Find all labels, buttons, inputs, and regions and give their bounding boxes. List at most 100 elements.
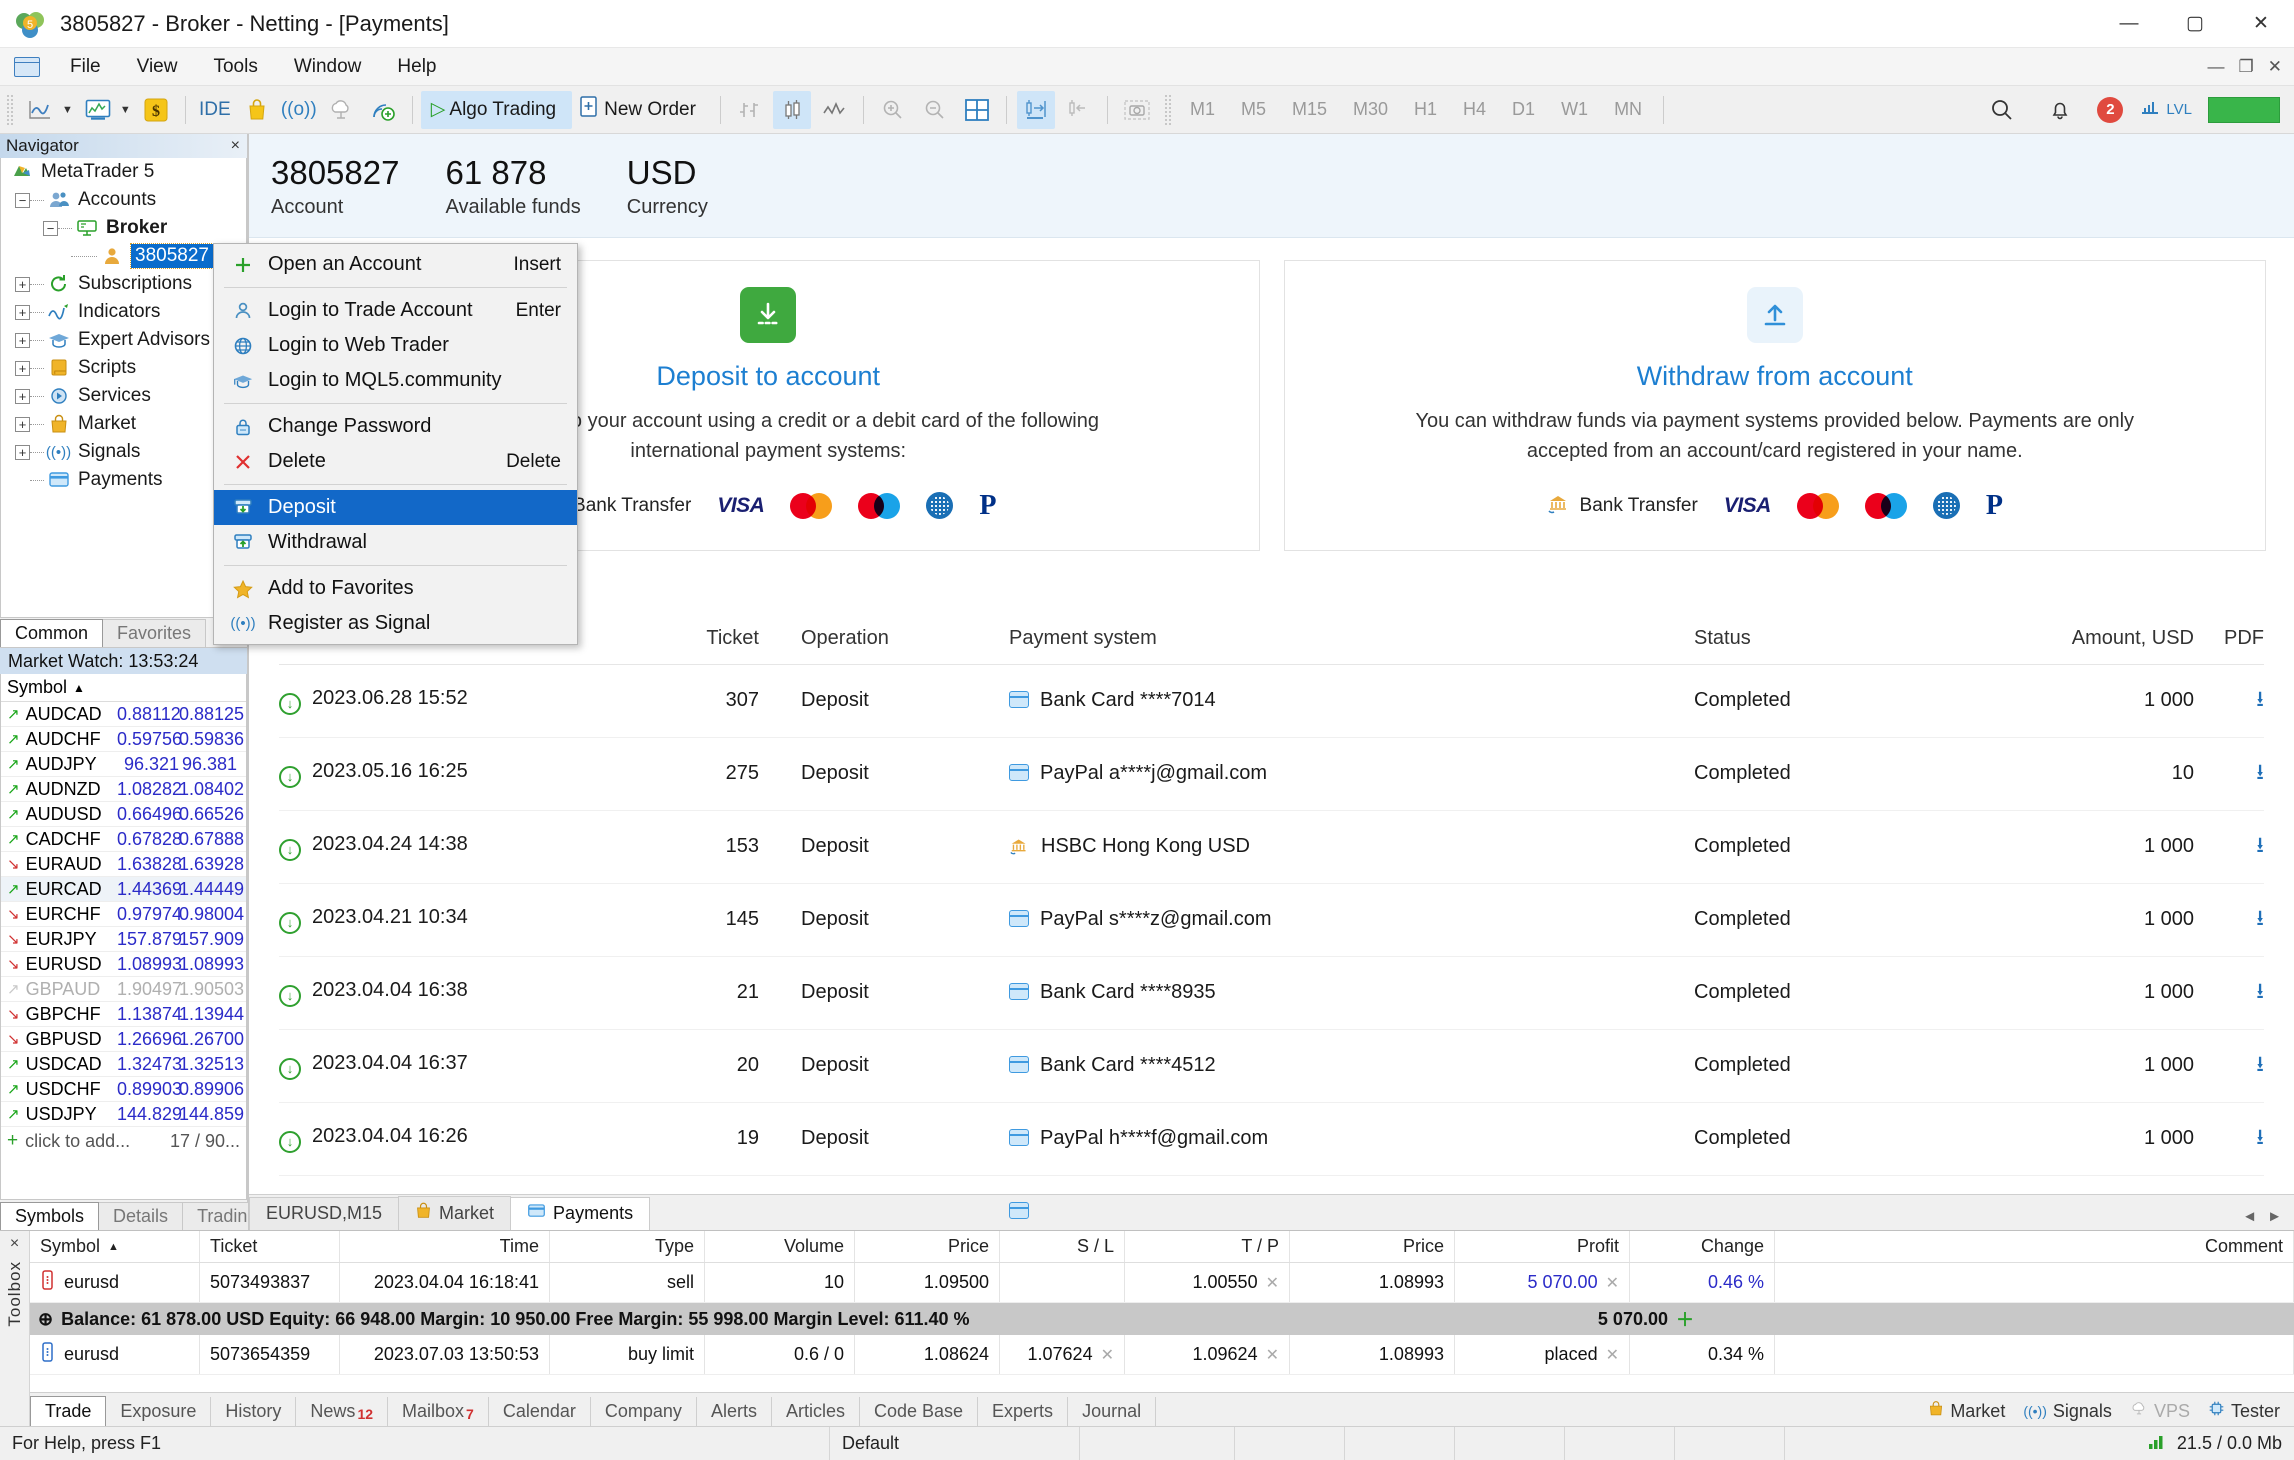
expander-accounts[interactable]: − xyxy=(15,193,30,208)
menu-view[interactable]: View xyxy=(119,52,196,82)
timeframe-grip[interactable] xyxy=(1164,94,1172,126)
close-icon-tp-2[interactable]: ✕ xyxy=(1266,1345,1279,1365)
context-menu-item-delete[interactable]: DeleteDelete xyxy=(214,444,577,479)
download-pdf-icon[interactable]: ⭳ xyxy=(2256,978,2264,1003)
market-watch-row[interactable]: ↘GBPCHF1.138741.13944 xyxy=(1,1002,246,1027)
th-status[interactable]: Status xyxy=(1694,627,1994,665)
plus-icon-balance[interactable]: ＋ xyxy=(1676,1306,1694,1332)
cloud-icon[interactable] xyxy=(322,91,360,129)
expander-market[interactable]: + xyxy=(15,417,30,432)
expander-services[interactable]: + xyxy=(15,389,30,404)
chart-tab-eurusd-m15[interactable]: EURUSD,M15 xyxy=(249,1197,399,1230)
table-row[interactable]: ↓2023.06.28 15:52307DepositBank Card ***… xyxy=(279,664,2264,737)
context-menu-item-open-an-account[interactable]: Open an AccountInsert xyxy=(214,247,577,282)
toolbox-tab-trade[interactable]: Trade xyxy=(30,1396,106,1426)
market-watch-row[interactable]: ↗AUDUSD0.664960.66526 xyxy=(1,802,246,827)
menu-help[interactable]: Help xyxy=(379,52,454,82)
th-trade-price[interactable]: Price xyxy=(855,1231,1000,1262)
menu-window[interactable]: Window xyxy=(276,52,380,82)
mastercard-icon-withdraw[interactable] xyxy=(1797,493,1839,519)
trade-sl[interactable] xyxy=(1000,1263,1125,1302)
timeframe-w1[interactable]: W1 xyxy=(1548,99,1601,120)
timeframe-m5[interactable]: M5 xyxy=(1228,99,1279,120)
tab-details[interactable]: Details xyxy=(98,1202,183,1230)
menu-file[interactable]: File xyxy=(52,52,119,82)
tree-item-expert-advisors[interactable]: + Expert Advisors xyxy=(1,326,246,354)
bank-transfer-option-withdraw[interactable]: Bank Transfer xyxy=(1547,492,1698,520)
th-trade-symbol[interactable]: Symbol ▲ xyxy=(30,1231,200,1262)
th-pdf[interactable]: PDF xyxy=(2194,627,2264,665)
quick-link-market[interactable]: Market xyxy=(1928,1400,2005,1422)
market-watch-row[interactable]: ↘EURJPY157.879157.909 xyxy=(1,927,246,952)
notification-badge[interactable]: 2 xyxy=(2097,97,2123,123)
cell-pdf[interactable]: ⭳ xyxy=(2194,664,2264,737)
toolbox-tab-articles[interactable]: Articles xyxy=(772,1397,860,1426)
context-menu-item-change-password[interactable]: Change Password xyxy=(214,409,577,444)
timeframe-m15[interactable]: M15 xyxy=(1279,99,1340,120)
market-watch-row[interactable]: ↗AUDNZD1.082821.08402 xyxy=(1,777,246,802)
mdi-close-button[interactable]: ✕ xyxy=(2268,57,2282,77)
maestro-icon-withdraw[interactable] xyxy=(1865,493,1907,519)
unionpay-icon-withdraw[interactable] xyxy=(1933,492,1960,519)
cell-pdf[interactable]: ⭳ xyxy=(2194,1029,2264,1102)
line-graph-icon[interactable] xyxy=(815,91,853,129)
add-symbol-label[interactable]: click to add... xyxy=(25,1131,130,1152)
table-row[interactable]: ↓2023.04.24 14:38153DepositHSBC Hong Kon… xyxy=(279,810,2264,883)
cell-pdf[interactable]: ⭳ xyxy=(2194,883,2264,956)
th-trade-comment[interactable]: Comment xyxy=(1775,1231,2294,1262)
trade-tp[interactable]: 1.00550 ✕ xyxy=(1125,1263,1290,1302)
market-watch-row[interactable]: ↗GBPAUD1.904971.90503 xyxy=(1,977,246,1002)
table-row[interactable]: ↓2023.04.04 16:2619DepositPayPal h****f@… xyxy=(279,1102,2264,1175)
expander-subscriptions[interactable]: + xyxy=(15,277,30,292)
table-row[interactable]: ↓2023.04.21 10:34145DepositPayPal s****z… xyxy=(279,883,2264,956)
timeframe-m30[interactable]: M30 xyxy=(1340,99,1401,120)
table-row[interactable]: ↓2023.04.04 16:3720DepositBank Card ****… xyxy=(279,1029,2264,1102)
expander-signals[interactable]: + xyxy=(15,445,30,460)
screenshot-icon[interactable] xyxy=(1118,91,1156,129)
download-pdf-icon[interactable]: ⭳ xyxy=(2256,1051,2264,1076)
paypal-icon-withdraw[interactable]: P xyxy=(1986,492,2003,520)
th-amount[interactable]: Amount, USD xyxy=(1994,627,2194,665)
toolbox-tab-experts[interactable]: Experts xyxy=(978,1397,1068,1426)
cell-pdf[interactable]: ⭳ xyxy=(2194,956,2264,1029)
withdraw-card[interactable]: Withdraw from account You can withdraw f… xyxy=(1284,260,2267,551)
ide-icon[interactable]: IDE xyxy=(196,91,234,129)
trade-profit[interactable]: placed ✕ xyxy=(1455,1335,1630,1374)
mdi-restore-button[interactable]: ❐ xyxy=(2239,57,2254,77)
market-watch-row[interactable]: ↗AUDCAD0.881120.88125 xyxy=(1,702,246,727)
minimize-button[interactable]: — xyxy=(2096,0,2162,48)
market-watch-row[interactable]: ↗USDCAD1.324731.32513 xyxy=(1,1052,246,1077)
scroll-right-icon[interactable]: ► xyxy=(2267,1208,2282,1225)
market-watch-row[interactable]: ↗AUDJPY96.32196.381 xyxy=(1,752,246,777)
trade-sl[interactable]: 1.07624 ✕ xyxy=(1000,1335,1125,1374)
zoom-out-icon[interactable] xyxy=(916,91,954,129)
close-icon-profit-2[interactable]: ✕ xyxy=(1606,1345,1619,1365)
visa-icon-withdraw[interactable]: VISA xyxy=(1724,494,1771,518)
context-menu-item-add-to-favorites[interactable]: Add to Favorites xyxy=(214,571,577,606)
table-row[interactable]: eurusd 5073493837 2023.04.04 16:18:41 se… xyxy=(30,1263,2294,1303)
search-icon[interactable] xyxy=(1983,91,2021,129)
market-watch-row[interactable]: ↘EURAUD1.638281.63928 xyxy=(1,852,246,877)
status-profile[interactable]: Default xyxy=(830,1427,1080,1460)
th-trade-profit[interactable]: Profit xyxy=(1455,1231,1630,1262)
toolbox-tab-calendar[interactable]: Calendar xyxy=(489,1397,591,1426)
th-payment-system[interactable]: Payment system xyxy=(1009,627,1694,665)
tree-item-subscriptions[interactable]: + Subscriptions xyxy=(1,270,246,298)
tree-root[interactable]: MetaTrader 5 xyxy=(1,158,246,186)
new-order-button[interactable]: New Order xyxy=(572,91,712,129)
unionpay-icon[interactable] xyxy=(926,492,953,519)
context-menu-item-login-to-trade-account[interactable]: Login to Trade AccountEnter xyxy=(214,293,577,328)
th-trade-change[interactable]: Change xyxy=(1630,1231,1775,1262)
timeframe-d1[interactable]: D1 xyxy=(1499,99,1548,120)
menu-tools[interactable]: Tools xyxy=(195,52,275,82)
toolbox-tab-mailbox[interactable]: Mailbox7 xyxy=(388,1397,489,1426)
toolbox-tab-company[interactable]: Company xyxy=(591,1397,697,1426)
close-button[interactable]: ✕ xyxy=(2228,0,2294,48)
quick-link-vps[interactable]: VPS xyxy=(2130,1401,2190,1422)
line-chart-icon[interactable] xyxy=(21,91,59,129)
download-pdf-icon[interactable]: ⭳ xyxy=(2256,832,2264,857)
toolbox-tab-history[interactable]: History xyxy=(211,1397,296,1426)
cell-pdf[interactable]: ⭳ xyxy=(2194,737,2264,810)
th-trade-type[interactable]: Type xyxy=(550,1231,705,1262)
tree-item-payments[interactable]: Payments xyxy=(1,466,246,494)
